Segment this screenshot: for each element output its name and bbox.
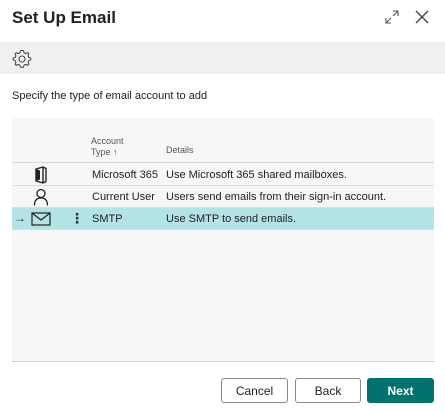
close-icon[interactable] [413, 8, 431, 26]
dialog-title: Set Up Email [12, 8, 116, 27]
dialog-footer: Cancel Back Next [0, 378, 445, 403]
details-cell: Use SMTP to send emails. [166, 213, 297, 225]
office-icon [30, 166, 52, 184]
table-row-current-user[interactable]: Current User Users send emails from thei… [12, 186, 434, 208]
gear-icon[interactable] [11, 48, 33, 70]
table-row-microsoft-365[interactable]: Microsoft 365 Use Microsoft 365 shared m… [12, 164, 434, 186]
next-button[interactable]: Next [367, 378, 434, 403]
column-header-account-type-line1: Account [91, 136, 124, 146]
action-bar [0, 42, 445, 74]
user-icon [30, 188, 52, 206]
column-header-details[interactable]: Details [166, 145, 194, 155]
expand-icon[interactable] [383, 8, 401, 26]
sort-ascending-icon: ↑ [113, 147, 118, 157]
current-row-arrow-icon: → [14, 211, 26, 225]
row-menu-icon[interactable]: ⋮ [70, 210, 84, 226]
grid-header: Account Type ↑ Details [12, 118, 434, 163]
back-button[interactable]: Back [295, 378, 361, 403]
column-header-account-type-line2: Type [91, 147, 111, 157]
account-type-cell[interactable]: Current User [92, 191, 155, 203]
table-row-smtp[interactable]: → ⋮ SMTP Use SMTP to send emails. [12, 208, 434, 230]
window-controls [383, 8, 431, 26]
account-type-cell[interactable]: SMTP [92, 213, 123, 225]
title-bar: Set Up Email [0, 0, 445, 42]
details-cell: Users send emails from their sign-in acc… [166, 191, 387, 203]
envelope-icon [30, 210, 52, 228]
account-type-cell[interactable]: Microsoft 365 [92, 169, 158, 181]
cancel-button[interactable]: Cancel [221, 378, 288, 403]
details-cell: Use Microsoft 365 shared mailboxes. [166, 169, 347, 181]
account-type-grid: Account Type ↑ Details Microsoft 365 Use… [12, 118, 434, 362]
instruction-text: Specify the type of email account to add [12, 90, 208, 102]
column-header-account-type[interactable]: Account Type ↑ [91, 136, 151, 158]
